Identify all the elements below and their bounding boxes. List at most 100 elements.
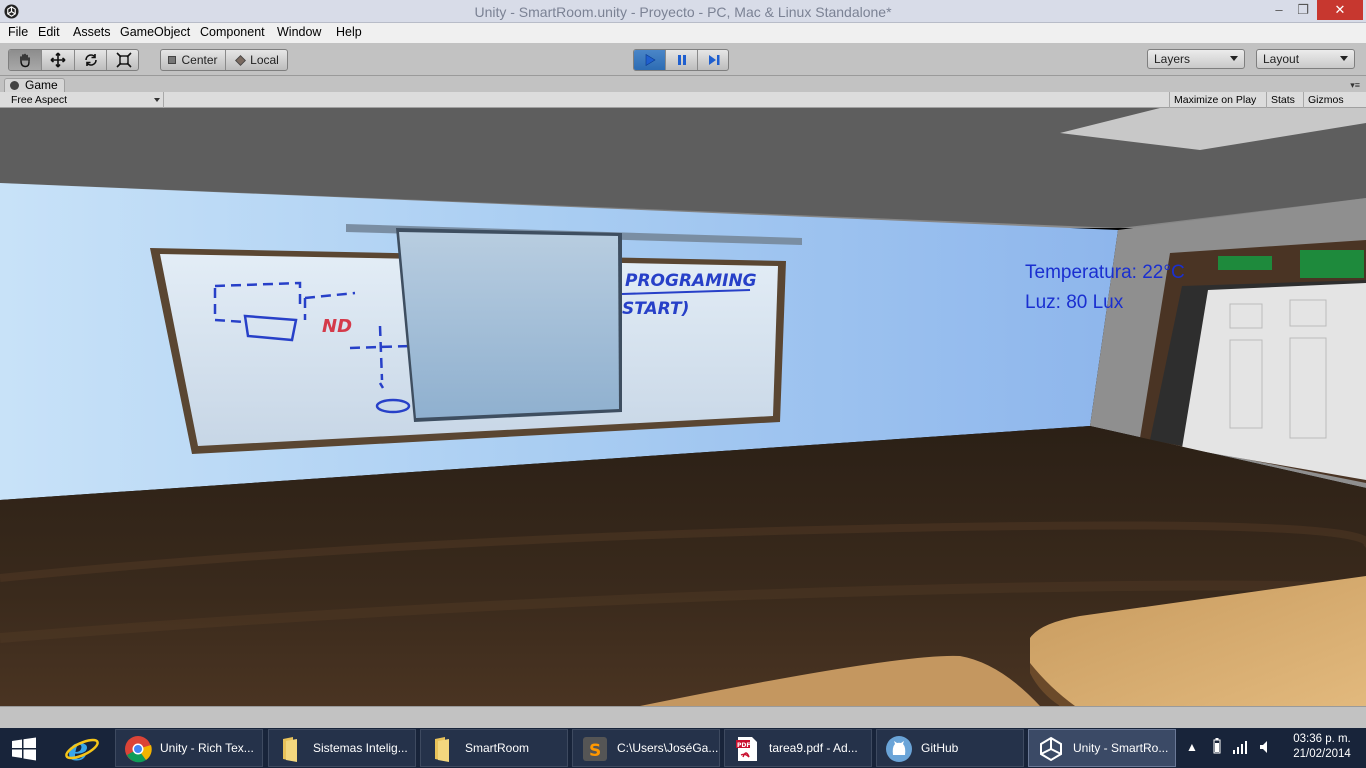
tab-game-label: Game <box>25 78 58 92</box>
panel-menu-icon[interactable]: ▾≡ <box>1350 80 1360 91</box>
taskbar-label: Sistemas Intelig... <box>313 741 408 755</box>
play-icon <box>645 53 656 67</box>
menu-edit[interactable]: Edit <box>38 25 60 39</box>
scale-icon <box>115 52 132 68</box>
projector-screen <box>399 232 619 418</box>
network-icon[interactable] <box>1232 740 1248 757</box>
taskbar-item-sublime[interactable]: S C:\Users\JoséGa... <box>572 729 720 767</box>
pivot-center-label: Center <box>181 53 218 67</box>
title-bar: Unity - SmartRoom.unity - Proyecto - PC,… <box>0 0 1366 23</box>
exit-sign <box>1218 256 1272 270</box>
layout-label: Layout <box>1263 52 1300 66</box>
pivot-local-button[interactable]: Local <box>226 50 287 70</box>
taskbar-item-adobe-reader[interactable]: PDF tarea9.pdf - Ad... <box>724 729 872 767</box>
taskbar-label: Unity - Rich Tex... <box>160 741 254 755</box>
taskbar-item-unity[interactable]: Unity - SmartRo... <box>1028 729 1176 767</box>
taskbar-item-folder[interactable]: Sistemas Intelig... <box>268 729 416 767</box>
whiteboard-text-nd: ND <box>322 316 352 337</box>
maximize-on-play-toggle[interactable]: Maximize on Play <box>1169 92 1260 108</box>
volume-icon[interactable] <box>1258 740 1272 757</box>
gizmos-label: Gizmos <box>1308 94 1344 106</box>
ie-icon: e <box>65 730 99 768</box>
game-view-toolbar: Free Aspect Maximize on Play Stats Gizmo… <box>0 92 1366 108</box>
window-title: Unity - SmartRoom.unity - Proyecto - PC,… <box>474 4 892 20</box>
rotate-tool-button[interactable] <box>75 50 107 70</box>
taskbar-label: GitHub <box>921 741 959 755</box>
minimize-button[interactable]: – <box>1268 0 1290 20</box>
scale-tool-button[interactable] <box>107 50 138 70</box>
sublime-icon: S <box>583 737 607 761</box>
move-icon <box>50 52 66 68</box>
whiteboard-text-start: START) <box>622 299 689 319</box>
playback-controls <box>633 49 729 71</box>
door <box>1182 283 1366 480</box>
clock-date: 21/02/2014 <box>1293 748 1351 760</box>
whiteboard-text-programing: PROGRAMING <box>625 271 757 291</box>
layers-dropdown[interactable]: Layers <box>1147 49 1245 69</box>
cube-icon <box>235 54 247 66</box>
menu-window[interactable]: Window <box>277 25 321 39</box>
start-button[interactable] <box>10 737 38 761</box>
panel-tab-row: Game ▾≡ <box>0 76 1366 92</box>
system-clock[interactable]: 03:36 p. m. 21/02/2014 <box>1282 732 1362 762</box>
pivot-center-button[interactable]: Center <box>161 50 226 70</box>
aspect-dropdown[interactable]: Free Aspect <box>6 92 164 108</box>
temperature-readout: Temperatura: 22°C <box>1025 262 1185 283</box>
unity-editor-window: Unity - SmartRoom.unity - Proyecto - PC,… <box>0 0 1366 768</box>
light-readout: Luz: 80 Lux <box>1025 292 1124 313</box>
hud-overlay: Temperatura: 22°C Luz: 80 Lux <box>1025 258 1185 318</box>
game-controller-icon <box>10 81 19 90</box>
step-icon <box>709 55 720 65</box>
menu-file[interactable]: File <box>8 25 28 39</box>
taskbar-label: tarea9.pdf - Ad... <box>769 741 858 755</box>
move-tool-button[interactable] <box>42 50 75 70</box>
chrome-icon <box>125 736 152 763</box>
hand-icon <box>20 53 30 68</box>
menu-help[interactable]: Help <box>336 25 362 39</box>
taskbar-item-chrome[interactable]: Unity - Rich Tex... <box>115 729 263 767</box>
game-viewport[interactable]: ND PROGRAMING START) Temperatura: 22°C L… <box>0 108 1366 706</box>
gizmos-dropdown[interactable]: Gizmos <box>1303 92 1356 108</box>
chevron-down-icon <box>1340 56 1348 61</box>
play-button[interactable] <box>634 50 666 70</box>
svg-text:PDF: PDF <box>737 742 750 749</box>
pivot-local-label: Local <box>250 53 279 67</box>
menu-assets[interactable]: Assets <box>73 25 111 39</box>
step-button[interactable] <box>698 50 728 70</box>
menu-bar: File Edit Assets GameObject Component Wi… <box>0 23 1366 43</box>
center-icon <box>168 56 177 64</box>
pdf-icon: PDF <box>736 737 757 761</box>
menu-component[interactable]: Component <box>200 25 265 39</box>
rotate-icon <box>84 54 97 66</box>
taskbar-item-folder-smartroom[interactable]: SmartRoom <box>420 729 568 767</box>
taskbar-label: Unity - SmartRo... <box>1073 741 1169 755</box>
layout-dropdown[interactable]: Layout <box>1256 49 1355 69</box>
toolbar: Center Local Layers Layout <box>0 43 1366 76</box>
github-icon <box>886 736 912 762</box>
hand-tool-button[interactable] <box>9 50 42 70</box>
folder-icon <box>283 737 297 762</box>
pause-button[interactable] <box>666 50 698 70</box>
pause-icon <box>677 55 686 65</box>
layers-label: Layers <box>1154 52 1191 66</box>
internet-explorer-pin[interactable]: e <box>62 730 102 768</box>
battery-icon[interactable] <box>1212 738 1222 757</box>
windows-taskbar: e Unity - Rich Tex... Sistemas Intelig..… <box>0 728 1366 768</box>
windows-logo-icon <box>12 737 36 761</box>
tray-overflow-icon[interactable]: ▲ <box>1186 740 1198 754</box>
folder-icon <box>435 737 449 762</box>
clock-time: 03:36 p. m. <box>1293 733 1351 745</box>
svg-text:S: S <box>589 741 601 761</box>
menu-gameobject[interactable]: GameObject <box>120 25 190 39</box>
tab-game[interactable]: Game <box>4 78 65 92</box>
taskbar-label: C:\Users\JoséGa... <box>617 741 719 755</box>
taskbar-item-github[interactable]: GitHub <box>876 729 1024 767</box>
close-button[interactable]: ✕ <box>1317 0 1363 20</box>
restore-button[interactable]: ❐ <box>1292 0 1314 20</box>
taskbar-label: SmartRoom <box>465 741 530 755</box>
status-bar <box>0 706 1366 728</box>
stats-toggle[interactable]: Stats <box>1266 92 1299 108</box>
aspect-label: Free Aspect <box>11 94 68 106</box>
transform-tools <box>8 49 139 71</box>
scene-render: ND PROGRAMING START) <box>0 108 1366 706</box>
